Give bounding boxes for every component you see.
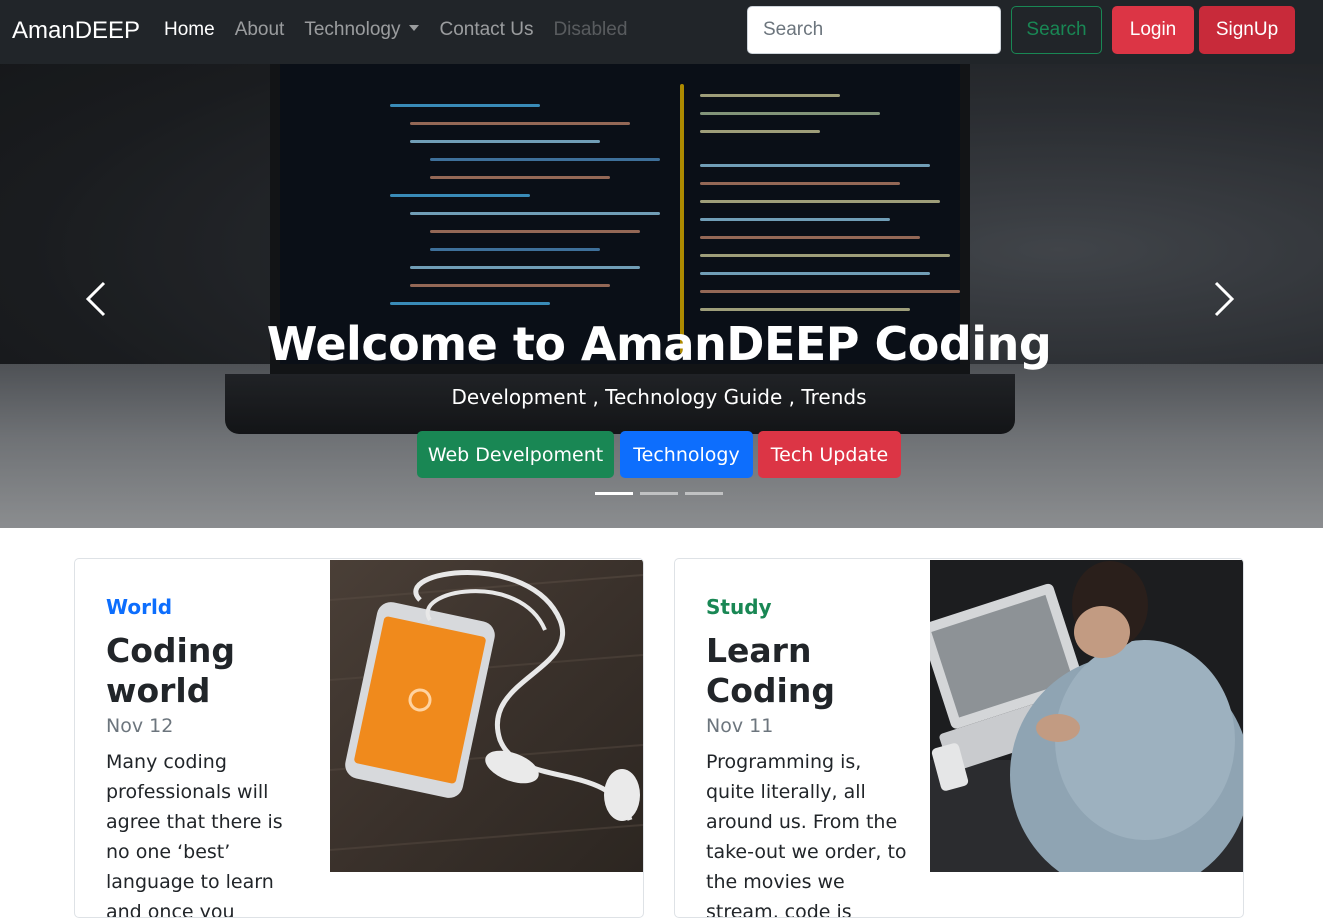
navbar: AmanDEEP Home About Technology Contact U… <box>0 0 1323 64</box>
card-title: Learn Coding <box>706 631 835 710</box>
brand-logo[interactable]: AmanDEEP <box>12 17 140 45</box>
carousel-indicator-3[interactable] <box>685 492 723 495</box>
hero-title: Welcome to AmanDEEP Coding <box>266 317 1052 371</box>
caret-down-icon <box>409 24 420 31</box>
card-image-person-laptop <box>930 560 1243 872</box>
web-development-button[interactable]: Web Develpoment <box>417 431 614 478</box>
card-category: World <box>106 595 173 619</box>
hero-subtitle: Development , Technology Guide , Trends <box>451 385 867 409</box>
chevron-left-icon <box>85 281 106 317</box>
card-date: Nov 11 <box>706 715 774 737</box>
card-text: Many coding professionals will agree tha… <box>106 751 283 918</box>
carousel-indicator-2[interactable] <box>640 492 678 495</box>
card-text: Programming is, quite literally, all aro… <box>706 751 907 918</box>
card-date: Nov 12 <box>106 715 174 737</box>
carousel-indicator-1[interactable] <box>595 492 633 495</box>
nav-link-about[interactable]: About <box>235 19 285 41</box>
carousel-next-button[interactable] <box>1202 279 1242 319</box>
nav-link-home[interactable]: Home <box>164 19 215 41</box>
card-category: Study <box>706 595 772 619</box>
technology-button[interactable]: Technology <box>620 431 753 478</box>
nav-dropdown-technology-label: Technology <box>304 19 401 40</box>
card-coding-world: World Coding world Nov 12 Many coding pr… <box>74 558 644 918</box>
tech-update-button[interactable]: Tech Update <box>758 431 901 478</box>
card-title: Coding world <box>106 631 235 710</box>
nav-links: Home About Technology Contact Us Disable… <box>164 19 647 41</box>
carousel-prev-button[interactable] <box>78 279 118 319</box>
nav-link-disabled: Disabled <box>553 19 628 40</box>
chevron-right-icon <box>1214 281 1235 317</box>
hero-carousel: Welcome to AmanDEEP Coding Development ,… <box>0 64 1323 528</box>
card-image-phone-earphones <box>330 560 643 872</box>
nav-link-contact[interactable]: Contact Us <box>439 19 533 41</box>
search-button[interactable]: Search <box>1011 6 1102 54</box>
card-learn-coding: Study Learn Coding Nov 11 Programming is… <box>674 558 1244 918</box>
login-button[interactable]: Login <box>1112 6 1194 54</box>
search-input[interactable] <box>747 6 1001 54</box>
nav-dropdown-technology[interactable]: Technology <box>304 19 420 41</box>
signup-button[interactable]: SignUp <box>1199 6 1295 54</box>
